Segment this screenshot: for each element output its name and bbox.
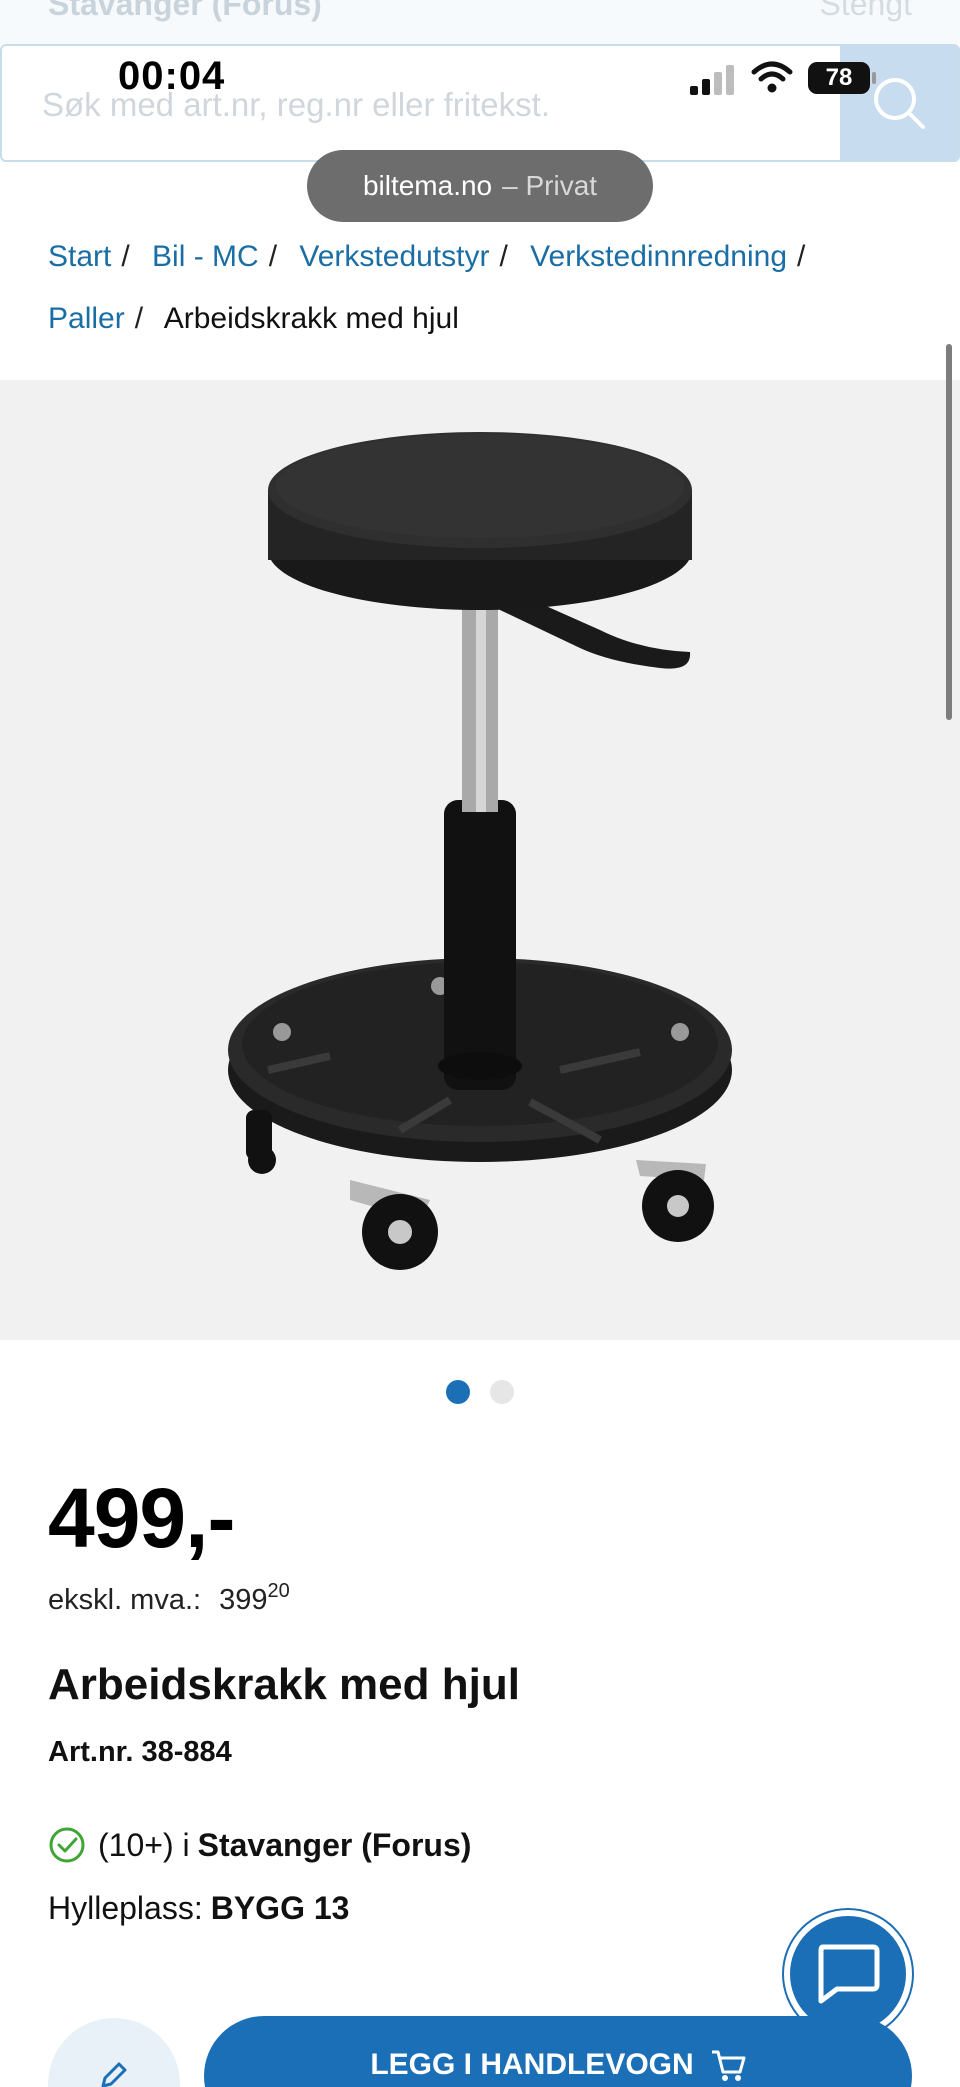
- gallery-dot-1[interactable]: [446, 1380, 470, 1404]
- scrollbar[interactable]: [946, 344, 952, 720]
- ex-vat-label: ekskl. mva.:: [48, 1584, 202, 1616]
- status-time: 00:04: [118, 54, 226, 98]
- price-ex-vat: ekskl. mva.: 39920: [48, 1580, 290, 1617]
- stock-store-link[interactable]: Stavanger (Forus): [198, 1827, 472, 1864]
- add-to-cart-label: LEGG I HANDLEVOGN: [370, 2048, 694, 2081]
- stock-status: (10+) i Stavanger (Forus): [48, 1826, 471, 1864]
- search-icon: [874, 78, 925, 129]
- signal-icon: [690, 65, 734, 95]
- breadcrumb-verkstedutstyr[interactable]: Verkstedutstyr: [299, 240, 489, 273]
- breadcrumb: Start / Bil - MC / Verkstedutstyr / Verkste…: [48, 240, 806, 335]
- check-icon: [49, 1827, 85, 1863]
- product-image-gallery[interactable]: [0, 380, 960, 1340]
- url-pill[interactable]: biltema.no – Privat: [307, 150, 653, 222]
- shelf-location: Hylleplass: BYGG 13: [48, 1890, 349, 1927]
- store-status: Stengt: [819, 0, 912, 22]
- product-title: Arbeidskrakk med hjul: [48, 1660, 520, 1709]
- article-number: Art.nr. 38-884: [48, 1736, 232, 1768]
- breadcrumb-bil-mc[interactable]: Bil - MC: [152, 240, 259, 273]
- breadcrumb-verkstedinnredning[interactable]: Verkstedinnredning: [530, 240, 787, 273]
- shelf-label: Hylleplass:: [48, 1890, 203, 1926]
- breadcrumb-current: Arbeidskrakk med hjul: [163, 302, 459, 335]
- edit-icon: [101, 2062, 127, 2087]
- shelf-value: BYGG 13: [210, 1890, 350, 1926]
- stock-count: (10+) i: [98, 1826, 190, 1863]
- gallery-pagination: [0, 1380, 960, 1404]
- product-image: [228, 432, 732, 1270]
- breadcrumb-paller[interactable]: Paller: [48, 302, 125, 335]
- edit-button[interactable]: [48, 2018, 180, 2087]
- private-mode-label: – Privat: [502, 170, 598, 201]
- battery-tip: [872, 72, 876, 84]
- add-to-cart-button[interactable]: LEGG I HANDLEVOGN: [204, 2016, 912, 2087]
- product-price: 499,-: [48, 1471, 235, 1565]
- store-bar: Stavanger (Forus) Stengt: [0, 0, 960, 44]
- cart-icon: [711, 2050, 746, 2081]
- url-domain: biltema.no: [362, 170, 493, 201]
- battery-icon: 78: [808, 62, 870, 94]
- gallery-dot-2[interactable]: [490, 1380, 514, 1404]
- ex-vat-decimals: 20: [267, 1580, 290, 1602]
- chat-icon: [818, 1944, 880, 2004]
- ex-vat-integer: 399: [219, 1584, 268, 1616]
- store-name: Stavanger (Forus): [48, 0, 322, 22]
- breadcrumb-start[interactable]: Start: [48, 240, 111, 273]
- wifi-icon: [751, 61, 793, 93]
